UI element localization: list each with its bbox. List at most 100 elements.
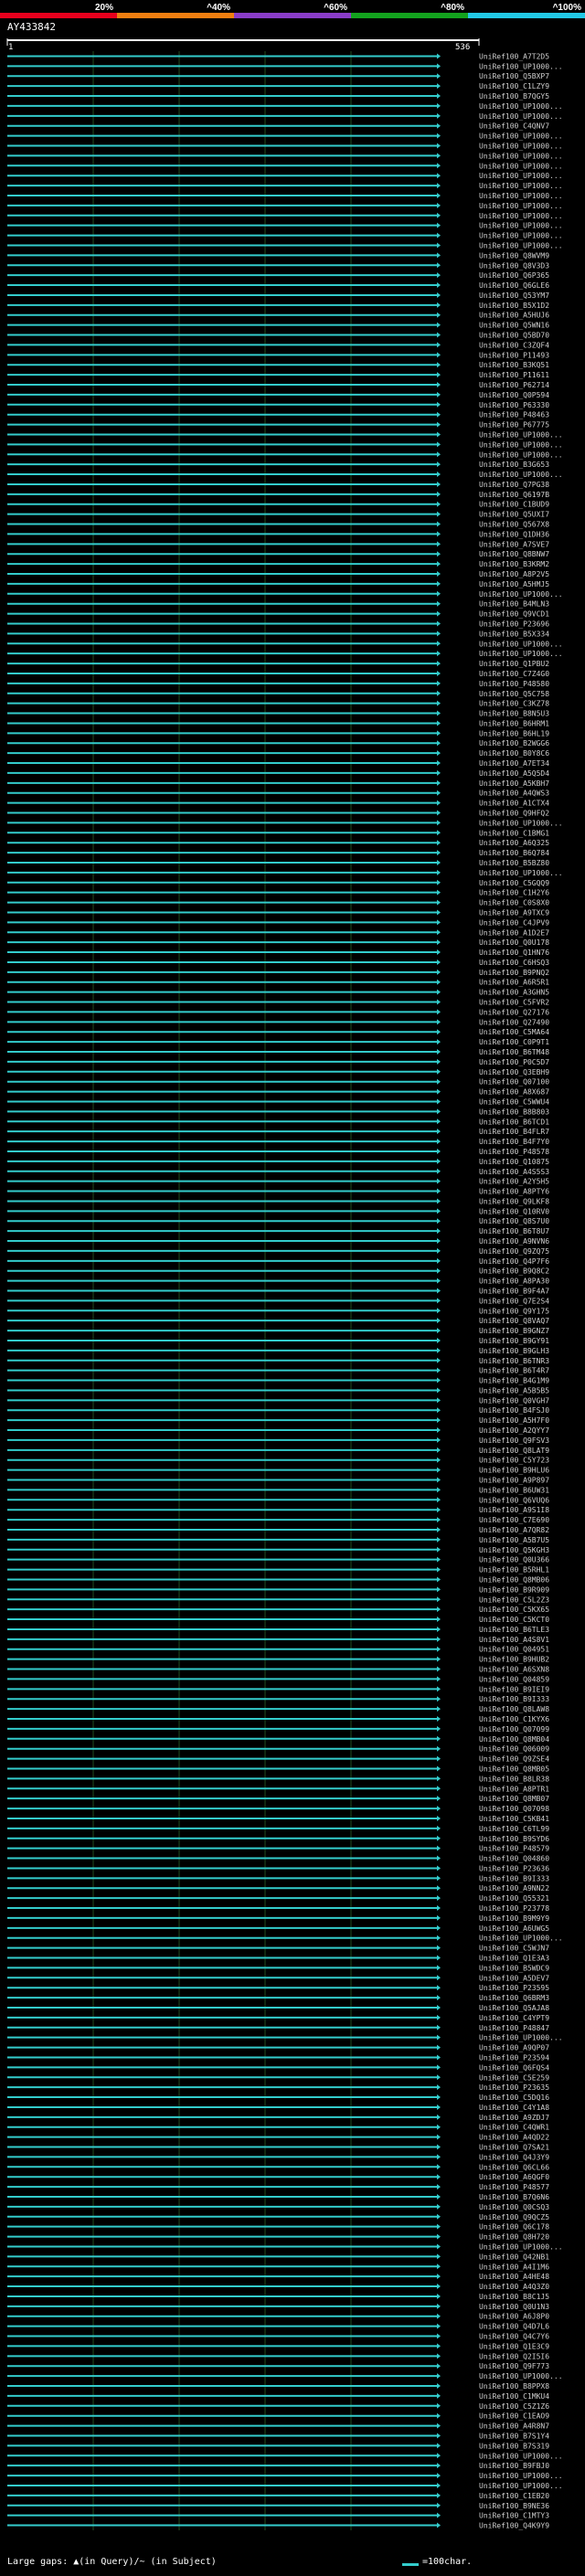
hit-label[interactable]: UniRef100_C1H2Y6	[479, 889, 549, 897]
hit-label[interactable]: UniRef100_A9P897	[479, 1477, 549, 1485]
hit-row[interactable]: UniRef100_A2QYY7	[7, 1426, 549, 1435]
hit-row[interactable]: UniRef100_C1LZY9	[7, 82, 549, 90]
hit-row[interactable]: UniRef100_UP1000...	[7, 102, 563, 111]
hit-row[interactable]: UniRef100_Q07100	[7, 1078, 549, 1087]
hit-label[interactable]: UniRef100_A4I1M6	[479, 2263, 549, 2271]
hit-row[interactable]: UniRef100_UP1000...	[7, 2034, 563, 2042]
hit-row[interactable]: UniRef100_C5E259	[7, 2073, 549, 2082]
hit-label[interactable]: UniRef100_C4QNV7	[479, 122, 549, 131]
hit-label[interactable]: UniRef100_Q27176	[479, 1008, 549, 1016]
hit-label[interactable]: UniRef100_A6UWG5	[479, 1924, 549, 1933]
hit-row[interactable]: UniRef100_Q5BD70	[7, 332, 549, 340]
hit-row[interactable]: UniRef100_B3KRM2	[7, 560, 549, 568]
hit-label[interactable]: UniRef100_Q5UXI7	[479, 511, 549, 519]
hit-row[interactable]: UniRef100_Q0U366	[7, 1556, 549, 1564]
hit-label[interactable]: UniRef100_B5X334	[479, 630, 549, 638]
hit-row[interactable]: UniRef100_A6Q325	[7, 839, 549, 847]
hit-label[interactable]: UniRef100_Q0U1N3	[479, 2303, 549, 2311]
hit-row[interactable]: UniRef100_C0P9T1	[7, 1038, 549, 1046]
hit-label[interactable]: UniRef100_B9Q8C2	[479, 1267, 549, 1276]
hit-row[interactable]: UniRef100_Q04860	[7, 1855, 549, 1863]
hit-row[interactable]: UniRef100_P63330	[7, 401, 549, 409]
hit-row[interactable]: UniRef100_C1MKU4	[7, 2392, 549, 2401]
hit-row[interactable]: UniRef100_Q6197B	[7, 491, 549, 499]
hit-row[interactable]: UniRef100_Q5C758	[7, 690, 549, 698]
hit-label[interactable]: UniRef100_Q8VAQ7	[479, 1317, 549, 1325]
hit-row[interactable]: UniRef100_Q42NB1	[7, 2253, 549, 2261]
hit-label[interactable]: UniRef100_A7SVE7	[479, 540, 549, 548]
hit-label[interactable]: UniRef100_UP1000...	[479, 112, 563, 121]
hit-row[interactable]: UniRef100_Q6VUQ6	[7, 1496, 549, 1504]
hit-label[interactable]: UniRef100_UP1000...	[479, 2034, 563, 2042]
hit-row[interactable]: UniRef100_UP1000...	[7, 2452, 563, 2460]
hit-row[interactable]: UniRef100_C4QWR1	[7, 2124, 549, 2132]
hit-label[interactable]: UniRef100_UP1000...	[479, 222, 563, 230]
hit-label[interactable]: UniRef100_B6T8U7	[479, 1227, 549, 1235]
hit-label[interactable]: UniRef100_UP1000...	[479, 650, 563, 658]
hit-row[interactable]: UniRef100_A5B5B5	[7, 1386, 549, 1394]
hit-row[interactable]: UniRef100_A6UWG5	[7, 1924, 549, 1933]
hit-row[interactable]: UniRef100_A4S5S3	[7, 1168, 549, 1176]
hit-label[interactable]: UniRef100_A4S5S3	[479, 1168, 549, 1176]
hit-label[interactable]: UniRef100_Q6VUQ6	[479, 1496, 549, 1504]
hit-label[interactable]: UniRef100_P67775	[479, 421, 549, 429]
hit-label[interactable]: UniRef100_Q7E2S4	[479, 1297, 549, 1305]
hit-row[interactable]: UniRef100_C5Y723	[7, 1457, 549, 1465]
hit-row[interactable]: UniRef100_UP1000...	[7, 650, 563, 658]
hit-row[interactable]: UniRef100_C3KZ78	[7, 700, 549, 708]
hit-row[interactable]: UniRef100_A5Q5D4	[7, 769, 549, 778]
hit-label[interactable]: UniRef100_B9PNQ2	[479, 969, 549, 977]
hit-label[interactable]: UniRef100_C4QWR1	[479, 2124, 549, 2132]
hit-label[interactable]: UniRef100_P23595	[479, 1984, 549, 1992]
hit-row[interactable]: UniRef100_B4FSJ0	[7, 1406, 549, 1415]
hit-label[interactable]: UniRef100_A6SXN8	[479, 1666, 549, 1674]
hit-label[interactable]: UniRef100_C1EB20	[479, 2492, 549, 2500]
hit-row[interactable]: UniRef100_C1EAO9	[7, 2412, 549, 2421]
hit-row[interactable]: UniRef100_P23594	[7, 2053, 549, 2062]
hit-row[interactable]: UniRef100_B9I333	[7, 1695, 549, 1703]
hit-label[interactable]: UniRef100_B6TM48	[479, 1048, 549, 1056]
hit-row[interactable]: UniRef100_A4S8V1	[7, 1636, 549, 1644]
hit-label[interactable]: UniRef100_UP1000...	[479, 232, 563, 240]
hit-row[interactable]: UniRef100_UP1000...	[7, 182, 563, 190]
hit-row[interactable]: UniRef100_A1D2E7	[7, 928, 549, 937]
hit-row[interactable]: UniRef100_UP1000...	[7, 212, 563, 220]
hit-label[interactable]: UniRef100_C5FVR2	[479, 999, 549, 1007]
hit-label[interactable]: UniRef100_C4YPT9	[479, 2014, 549, 2022]
hit-label[interactable]: UniRef100_Q5WN16	[479, 322, 549, 330]
hit-label[interactable]: UniRef100_C5Z1Z6	[479, 2402, 549, 2411]
hit-row[interactable]: UniRef100_B9I333	[7, 1874, 549, 1882]
hit-row[interactable]: UniRef100_A4R8N7	[7, 2422, 549, 2431]
hit-label[interactable]: UniRef100_C5WWU4	[479, 1097, 549, 1106]
hit-row[interactable]: UniRef100_UP1000...	[7, 172, 563, 180]
hit-label[interactable]: UniRef100_UP1000...	[479, 162, 563, 170]
hit-label[interactable]: UniRef100_UP1000...	[479, 451, 563, 459]
hit-label[interactable]: UniRef100_P48847	[479, 2024, 549, 2032]
hit-row[interactable]: UniRef100_C5KB41	[7, 1815, 549, 1823]
hit-label[interactable]: UniRef100_C5Y723	[479, 1457, 549, 1465]
hit-row[interactable]: UniRef100_C4YPT9	[7, 2014, 549, 2022]
hit-row[interactable]: UniRef100_C6TL99	[7, 1825, 549, 1833]
hit-label[interactable]: UniRef100_Q9ZSE4	[479, 1755, 549, 1764]
hit-label[interactable]: UniRef100_Q07098	[479, 1805, 549, 1813]
hit-label[interactable]: UniRef100_B8PPX8	[479, 2382, 549, 2390]
hit-label[interactable]: UniRef100_A4HE48	[479, 2273, 549, 2281]
hit-label[interactable]: UniRef100_Q0CSQ3	[479, 2203, 549, 2211]
hit-row[interactable]: UniRef100_Q567X8	[7, 521, 549, 529]
hit-label[interactable]: UniRef100_UP1000...	[479, 2472, 563, 2480]
hit-row[interactable]: UniRef100_UP1000...	[7, 471, 563, 479]
hit-row[interactable]: UniRef100_Q27490	[7, 1018, 549, 1026]
hit-row[interactable]: UniRef100_P48577	[7, 2183, 549, 2191]
hit-label[interactable]: UniRef100_Q4P7F6	[479, 1257, 549, 1266]
hit-row[interactable]: UniRef100_C5DQ16	[7, 2094, 549, 2102]
hit-row[interactable]: UniRef100_A5H7F0	[7, 1416, 549, 1425]
hit-label[interactable]: UniRef100_B6HL19	[479, 729, 549, 737]
hit-row[interactable]: UniRef100_Q10RV0	[7, 1207, 549, 1215]
hit-row[interactable]: UniRef100_Q6CL66	[7, 2163, 549, 2171]
hit-row[interactable]: UniRef100_B5RHL1	[7, 1566, 549, 1574]
hit-row[interactable]: UniRef100_UP1000...	[7, 62, 563, 70]
hit-label[interactable]: UniRef100_UP1000...	[479, 152, 563, 160]
hit-row[interactable]: UniRef100_B6HL19	[7, 729, 549, 737]
hit-label[interactable]: UniRef100_UP1000...	[479, 590, 563, 599]
hit-row[interactable]: UniRef100_UP1000...	[7, 232, 563, 240]
